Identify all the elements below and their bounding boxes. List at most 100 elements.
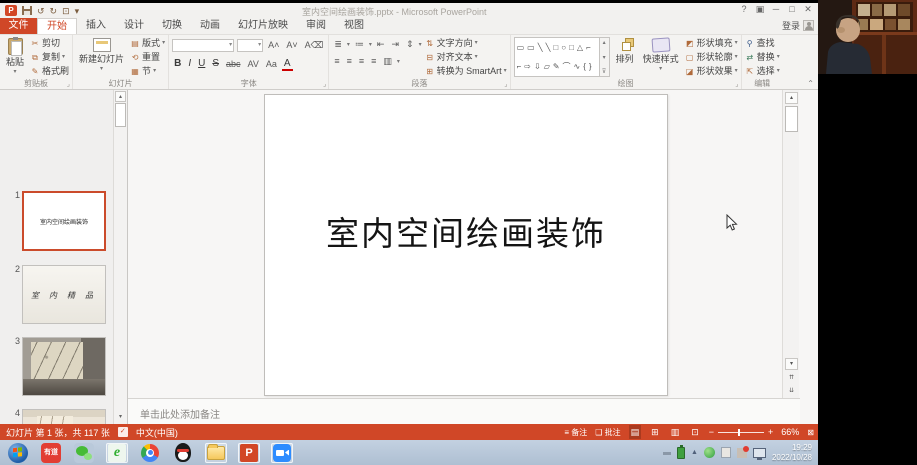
shape-icon[interactable]: □ xyxy=(553,42,558,53)
cut-button[interactable]: ✂剪切 xyxy=(30,37,69,50)
font-dialog-launcher[interactable]: ⌟ xyxy=(323,80,326,88)
current-slide-canvas[interactable]: 室内空间绘画装饰 xyxy=(264,94,668,396)
scroll-up-icon[interactable]: ▴ xyxy=(115,91,126,102)
customize-qat-icon[interactable]: ▾ xyxy=(75,6,80,16)
tray-expand-icon[interactable]: ▲ xyxy=(691,449,698,456)
redo-icon[interactable]: ↻ xyxy=(50,6,58,16)
slideshow-view-icon[interactable]: ⊡ xyxy=(689,425,701,439)
taskbar-360-browser[interactable]: e xyxy=(106,443,128,463)
slide-thumbnail-3[interactable] xyxy=(22,337,106,396)
section-button[interactable]: ▦节▾ xyxy=(130,65,165,78)
align-text-button[interactable]: ⊟对齐文本▾ xyxy=(425,51,507,64)
shape-icon[interactable]: ⇨ xyxy=(524,61,531,72)
tab-file[interactable]: 文件 xyxy=(0,18,37,34)
paste-button[interactable]: 粘贴 ▾ xyxy=(3,37,27,78)
notes-placeholder[interactable]: 单击此处添加备注 xyxy=(140,406,220,421)
notes-pane[interactable]: 单击此处添加备注 xyxy=(128,398,800,424)
start-button[interactable] xyxy=(7,443,29,463)
italic-button[interactable]: I xyxy=(186,57,193,71)
tab-view[interactable]: 视图 xyxy=(335,18,373,34)
taskbar-powerpoint[interactable]: P xyxy=(238,443,260,463)
notes-toggle[interactable]: ≡ 备注 xyxy=(564,427,587,438)
justify-icon[interactable]: ≡ xyxy=(369,54,378,68)
font-color-button[interactable]: A xyxy=(282,58,293,71)
columns-icon[interactable]: ▥ xyxy=(381,54,394,68)
shape-fill-button[interactable]: ◩形状填充▾ xyxy=(685,37,738,50)
text-direction-button[interactable]: ⇅文字方向▾ xyxy=(425,37,507,50)
shape-icon[interactable]: } xyxy=(589,61,592,72)
more-shapes-icon[interactable]: ⊽ xyxy=(602,68,606,75)
scroll-down-icon[interactable]: ▾ xyxy=(603,54,606,61)
shapes-gallery-scroll[interactable]: ▴ ▾ ⊽ xyxy=(600,37,610,77)
slide-thumbnail-2[interactable]: 室 内 精 品 xyxy=(22,265,106,324)
slide-sorter-view-icon[interactable]: ⊞ xyxy=(649,425,661,439)
tab-design[interactable]: 设计 xyxy=(115,18,153,34)
quick-styles-button[interactable]: 快速样式 ▾ xyxy=(640,37,682,78)
language-indicator[interactable]: 中文(中国) xyxy=(136,426,178,439)
shape-icon[interactable]: □ xyxy=(569,42,574,53)
replace-button[interactable]: ⇄替换▾ xyxy=(745,51,780,64)
shape-icon[interactable]: ▭ xyxy=(527,42,535,53)
shape-icon[interactable]: { xyxy=(583,61,586,72)
reading-view-icon[interactable]: ▥ xyxy=(669,425,682,439)
zoom-in-icon[interactable]: + xyxy=(768,427,773,437)
strikethrough-button[interactable]: S xyxy=(210,57,221,71)
network-icon[interactable] xyxy=(753,448,766,458)
align-center-icon[interactable]: ≡ xyxy=(345,54,354,68)
next-slide-icon[interactable]: ⇊ xyxy=(785,386,798,398)
tray-ime-icon[interactable] xyxy=(721,447,731,458)
new-slide-button[interactable]: 新建幻灯片 ▾ xyxy=(76,37,127,78)
battery-icon[interactable] xyxy=(677,447,685,459)
copy-button[interactable]: ⧉复制▾ xyxy=(30,51,69,64)
thumbnail-panel-scrollbar[interactable]: ▴ ▾ xyxy=(113,90,127,424)
format-painter-button[interactable]: ✎格式刷 xyxy=(30,65,69,78)
tab-slideshow[interactable]: 幻灯片放映 xyxy=(229,18,297,34)
ribbon-display-options-icon[interactable]: ▣ xyxy=(752,3,768,16)
character-spacing-button[interactable]: AV xyxy=(246,57,261,71)
shape-icon[interactable]: ⇩ xyxy=(534,61,541,72)
shapes-gallery[interactable]: ▭▭╲╲□○ □△⌐⌐⇨⇩ ▱✎⌒∿{} xyxy=(514,37,600,77)
collapse-ribbon-icon[interactable]: ⌃ xyxy=(807,79,814,88)
taskbar-file-explorer[interactable] xyxy=(205,443,227,463)
scroll-up-icon[interactable]: ▴ xyxy=(785,92,798,104)
comments-toggle[interactable]: ❑ 批注 xyxy=(595,427,620,438)
font-name-combo[interactable] xyxy=(172,39,234,52)
taskbar-tencent-meeting[interactable] xyxy=(271,443,293,463)
slide-thumbnail-1[interactable]: 室内空间绘画装饰 xyxy=(22,191,106,251)
line-spacing-icon[interactable]: ⇕ xyxy=(404,37,416,51)
bullets-icon[interactable]: ≣ xyxy=(332,37,344,51)
change-case-button[interactable]: Aa xyxy=(264,57,279,71)
minimize-icon[interactable]: ─ xyxy=(768,3,784,16)
smartart-button[interactable]: ⊞转换为 SmartArt▾ xyxy=(425,65,507,78)
taskbar-qq[interactable] xyxy=(172,443,194,463)
paragraph-dialog-launcher[interactable]: ⌟ xyxy=(504,80,507,88)
tab-review[interactable]: 审阅 xyxy=(297,18,335,34)
tab-animations[interactable]: 动画 xyxy=(191,18,229,34)
clipboard-dialog-launcher[interactable]: ⌟ xyxy=(67,80,70,88)
taskbar-chrome[interactable] xyxy=(139,443,161,463)
align-right-icon[interactable]: ≡ xyxy=(357,54,366,68)
increase-indent-icon[interactable]: ⇥ xyxy=(389,37,401,51)
underline-button[interactable]: U xyxy=(196,57,207,71)
maximize-icon[interactable]: □ xyxy=(784,3,800,16)
scroll-up-icon[interactable]: ▴ xyxy=(603,39,606,46)
shape-icon[interactable]: ⌐ xyxy=(517,61,522,72)
scroll-down-icon[interactable]: ▾ xyxy=(115,412,126,423)
decrease-indent-icon[interactable]: ⇤ xyxy=(375,37,387,51)
shape-icon[interactable]: ⌐ xyxy=(586,42,591,53)
font-size-combo[interactable] xyxy=(237,39,263,52)
tab-transitions[interactable]: 切换 xyxy=(153,18,191,34)
shape-icon[interactable]: ○ xyxy=(561,42,566,53)
drawing-dialog-launcher[interactable]: ⌟ xyxy=(735,80,738,88)
shape-outline-button[interactable]: ▢形状轮廓▾ xyxy=(685,51,738,64)
tray-hidden-icon[interactable] xyxy=(663,452,671,455)
sign-in[interactable]: 登录 xyxy=(782,19,814,32)
powerpoint-logo-icon[interactable]: P xyxy=(5,5,17,16)
slide-title-text[interactable]: 室内空间绘画装饰 xyxy=(265,207,667,255)
fit-slide-to-window-icon[interactable]: ⊠ xyxy=(807,428,814,437)
close-icon[interactable]: ✕ xyxy=(800,3,816,16)
shape-icon[interactable]: ╲ xyxy=(538,42,543,53)
tray-notification-icon[interactable] xyxy=(737,448,747,458)
find-button[interactable]: ⚲查找 xyxy=(745,37,780,50)
zoom-level[interactable]: 66% xyxy=(781,427,799,437)
